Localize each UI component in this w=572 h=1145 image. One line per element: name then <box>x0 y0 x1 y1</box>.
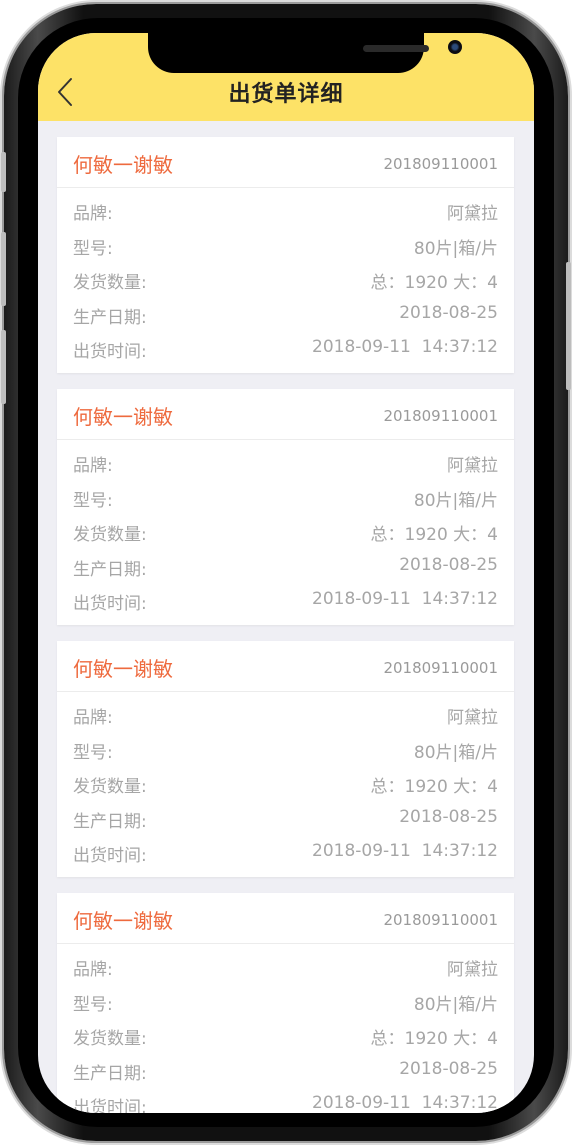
detail-row: 型号: 80片|箱/片 <box>73 234 498 260</box>
detail-row: 生产日期: 2018-08-25 <box>73 555 498 581</box>
detail-row: 发货数量: 总：1920 大：4 <box>73 772 498 798</box>
field-label: 生产日期: <box>73 307 147 328</box>
field-value: 2018-09-11 14:37:12 <box>312 337 498 357</box>
field-label: 发货数量: <box>73 1029 147 1049</box>
power-button <box>566 262 571 390</box>
field-value: 80片|箱/片 <box>413 490 498 511</box>
field-label: 生产日期: <box>73 559 147 580</box>
field-value: 80片|箱/片 <box>413 238 498 259</box>
detail-row: 型号: 80片|箱/片 <box>73 486 498 512</box>
field-label: 出货时间: <box>73 846 147 866</box>
field-label: 型号: <box>73 238 113 259</box>
field-value: 2018-08-25 <box>399 554 498 575</box>
order-number: 201809110001 <box>383 155 498 173</box>
app-screen: 出货单详细 何敏一谢敏 201809110001 品牌: 阿黛拉 型号: 80片|箱/片发… <box>38 33 534 1113</box>
detail-row: 品牌: 阿黛拉 <box>73 703 498 729</box>
field-label: 品牌: <box>73 204 113 224</box>
field-value: 80片|箱/片 <box>413 994 498 1015</box>
customer-name: 何敏一谢敏 <box>73 909 173 933</box>
field-value: 2018-08-25 <box>399 1058 498 1079</box>
card-header: 何敏一谢敏 201809110001 <box>57 893 514 944</box>
field-label: 品牌: <box>73 456 113 476</box>
customer-name: 何敏一谢敏 <box>73 405 173 429</box>
front-camera <box>448 40 462 54</box>
field-value: 2018-08-25 <box>399 806 498 827</box>
field-label: 品牌: <box>73 708 113 728</box>
card-header: 何敏一谢敏 201809110001 <box>57 641 514 692</box>
field-value: 80片|箱/片 <box>413 742 498 763</box>
field-label: 品牌: <box>73 960 113 980</box>
field-value: 总：1920 大：4 <box>370 1029 498 1049</box>
shipment-card[interactable]: 何敏一谢敏 201809110001 品牌: 阿黛拉型号: 80片|箱/片发货数量: 总：… <box>57 389 514 625</box>
field-label: 发货数量: <box>73 273 147 293</box>
field-value: 阿黛拉 <box>447 960 498 980</box>
field-value: 2018-08-25 <box>399 302 498 323</box>
detail-row: 出货时间: 2018-09-11 14:37:12 <box>73 1093 498 1113</box>
field-value: 阿黛拉 <box>447 204 498 224</box>
order-number: 201809110001 <box>383 659 498 677</box>
customer-name: 何敏一谢敏 <box>73 657 173 681</box>
silent-switch <box>1 152 6 192</box>
volume-up-button <box>1 232 6 306</box>
page-title: 出货单详细 <box>228 82 344 107</box>
field-value: 总：1920 大：4 <box>370 273 498 293</box>
shipment-card[interactable]: 何敏一谢敏 201809110001 品牌: 阿黛拉型号: 80片|箱/片发货数量: 总：… <box>57 893 514 1113</box>
detail-row: 型号: 80片|箱/片 <box>73 738 498 764</box>
field-label: 发货数量: <box>73 777 147 797</box>
card-header: 何敏一谢敏 201809110001 <box>57 389 514 440</box>
field-label: 生产日期: <box>73 1063 147 1084</box>
detail-row: 出货时间: 2018-09-11 14:37:12 <box>73 337 498 363</box>
field-value: 2018-09-11 14:37:12 <box>312 589 498 609</box>
detail-row: 品牌: 阿黛拉 <box>73 451 498 477</box>
order-number: 201809110001 <box>383 911 498 929</box>
detail-row: 型号: 80片|箱/片 <box>73 990 498 1016</box>
detail-row: 生产日期: 2018-08-25 <box>73 1059 498 1085</box>
detail-row: 生产日期: 2018-08-25 <box>73 807 498 833</box>
field-label: 出货时间: <box>73 1098 147 1113</box>
notch <box>148 33 462 73</box>
detail-row: 品牌: 阿黛拉 <box>73 955 498 981</box>
volume-down-button <box>1 330 6 404</box>
detail-row: 出货时间: 2018-09-11 14:37:12 <box>73 589 498 615</box>
detail-row: 品牌: 阿黛拉 <box>73 199 498 225</box>
field-label: 出货时间: <box>73 342 147 362</box>
speaker-grille <box>363 45 429 52</box>
detail-row: 发货数量: 总：1920 大：4 <box>73 520 498 546</box>
detail-row: 发货数量: 总：1920 大：4 <box>73 1024 498 1050</box>
field-value: 阿黛拉 <box>447 456 498 476</box>
field-label: 发货数量: <box>73 525 147 545</box>
detail-row: 发货数量: 总：1920 大：4 <box>73 268 498 294</box>
field-label: 型号: <box>73 490 113 511</box>
card-header: 何敏一谢敏 201809110001 <box>57 137 514 188</box>
field-label: 出货时间: <box>73 594 147 614</box>
order-number: 201809110001 <box>383 407 498 425</box>
customer-name: 何敏一谢敏 <box>73 153 173 177</box>
field-value: 2018-09-11 14:37:12 <box>312 1093 498 1113</box>
field-value: 2018-09-11 14:37:12 <box>312 841 498 861</box>
field-value: 总：1920 大：4 <box>370 777 498 797</box>
shipment-card[interactable]: 何敏一谢敏 201809110001 品牌: 阿黛拉型号: 80片|箱/片发货数量: 总：… <box>57 641 514 877</box>
field-label: 生产日期: <box>73 811 147 832</box>
shipment-card[interactable]: 何敏一谢敏 201809110001 品牌: 阿黛拉型号: 80片|箱/片发货数量: 总：… <box>57 137 514 373</box>
field-value: 阿黛拉 <box>447 708 498 728</box>
field-value: 总：1920 大：4 <box>370 525 498 545</box>
field-label: 型号: <box>73 994 113 1015</box>
field-label: 型号: <box>73 742 113 763</box>
detail-row: 生产日期: 2018-08-25 <box>73 303 498 329</box>
detail-row: 出货时间: 2018-09-11 14:37:12 <box>73 841 498 867</box>
